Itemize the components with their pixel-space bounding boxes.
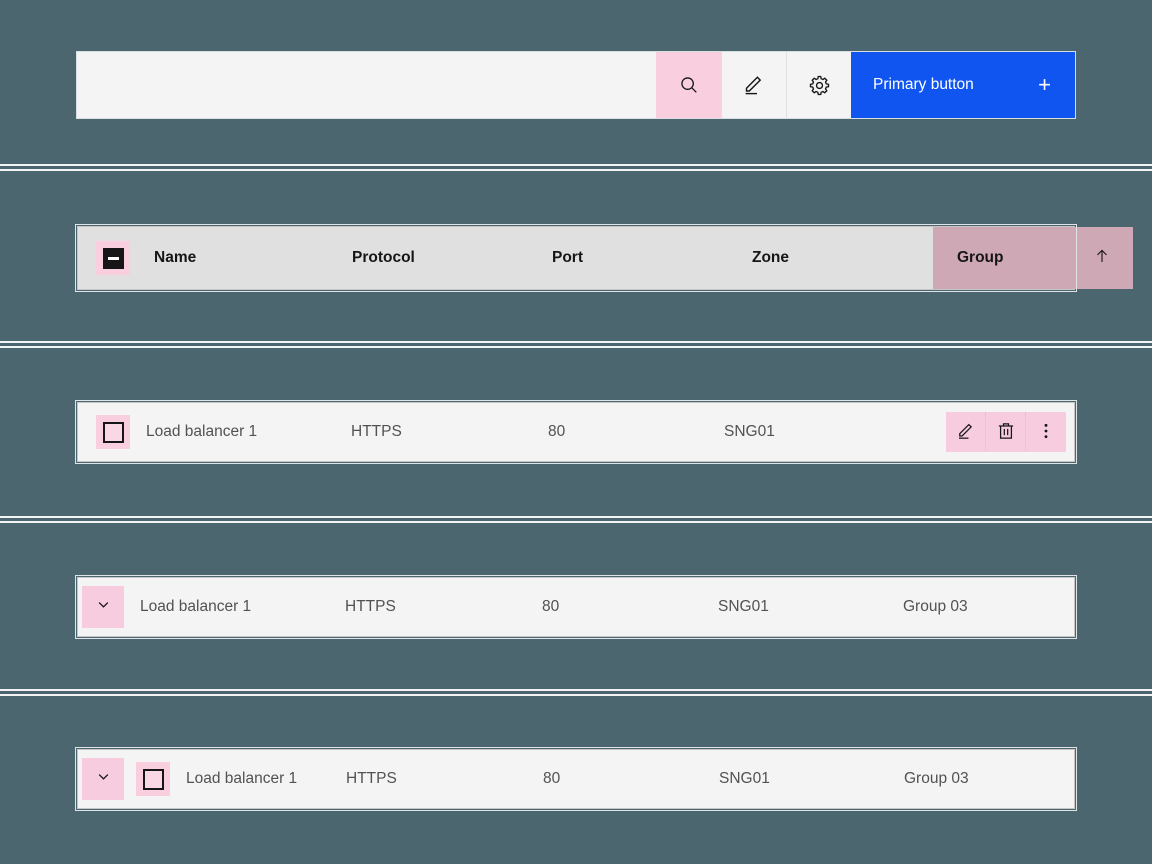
column-header-protocol-label: Protocol bbox=[352, 249, 415, 266]
edit-row-button[interactable] bbox=[946, 412, 986, 452]
cell-port: 80 bbox=[543, 750, 719, 808]
cell-protocol-text: HTTPS bbox=[346, 770, 397, 787]
plus-icon: + bbox=[1038, 72, 1051, 97]
table-row-content: Load balancer 1 HTTPS 80 SNG01 bbox=[78, 403, 946, 461]
column-header-port[interactable]: Port bbox=[552, 227, 752, 289]
edit-icon bbox=[956, 421, 976, 444]
primary-button[interactable]: Primary button + bbox=[851, 52, 1075, 118]
cell-protocol: HTTPS bbox=[351, 403, 548, 461]
table-row[interactable]: Load balancer 1 HTTPS 80 SNG01 bbox=[75, 400, 1077, 464]
overflow-menu-button[interactable] bbox=[1026, 412, 1066, 452]
cell-group: Group 03 bbox=[903, 578, 1074, 636]
cell-zone: SNG01 bbox=[718, 578, 903, 636]
row-checkbox[interactable] bbox=[96, 415, 130, 449]
cell-zone: SNG01 bbox=[724, 403, 909, 461]
cell-group bbox=[909, 403, 946, 461]
search-input[interactable] bbox=[77, 52, 656, 118]
section-divider-1 bbox=[0, 163, 1152, 172]
cell-group: Group 03 bbox=[904, 750, 1074, 808]
row-action-group bbox=[946, 403, 1066, 461]
cell-zone: SNG01 bbox=[719, 750, 904, 808]
table-row-content: Load balancer 1 HTTPS 80 SNG01 Group 03 bbox=[78, 750, 1074, 808]
cell-name: Load balancer 1 bbox=[186, 750, 346, 808]
column-header-group-label: Group bbox=[957, 249, 1004, 266]
delete-row-button[interactable] bbox=[986, 412, 1026, 452]
table-header-left: Name Protocol Port Zone bbox=[78, 227, 933, 289]
column-header-protocol[interactable]: Protocol bbox=[352, 227, 552, 289]
trash-icon bbox=[996, 421, 1016, 444]
cell-name-text: Load balancer 1 bbox=[140, 598, 252, 615]
overflow-menu-icon bbox=[1036, 421, 1056, 444]
cell-name: Load balancer 1 bbox=[146, 403, 351, 461]
section-divider-4 bbox=[0, 688, 1152, 697]
edit-icon bbox=[742, 73, 766, 97]
cell-name-text: Load balancer 1 bbox=[186, 770, 298, 787]
cell-zone-text: SNG01 bbox=[718, 598, 769, 615]
cell-port: 80 bbox=[548, 403, 724, 461]
checkbox-indeterminate-icon bbox=[102, 247, 124, 269]
cell-port-text: 80 bbox=[542, 598, 560, 615]
cell-port-text: 80 bbox=[543, 770, 561, 787]
primary-button-label: Primary button bbox=[873, 76, 974, 93]
cell-name: Load balancer 1 bbox=[140, 578, 345, 636]
column-header-group[interactable]: Group bbox=[933, 227, 1133, 289]
checkbox-unchecked-icon bbox=[102, 421, 124, 443]
table-header-row: Name Protocol Port Zone Group bbox=[75, 224, 1133, 292]
search-button[interactable] bbox=[656, 52, 721, 118]
edit-button[interactable] bbox=[721, 52, 786, 118]
row-leading-pad bbox=[78, 403, 96, 461]
cell-group-text: Group 03 bbox=[904, 770, 969, 787]
chevron-down-icon bbox=[94, 767, 113, 791]
row-checkbox[interactable] bbox=[136, 762, 170, 796]
search-icon bbox=[678, 74, 700, 96]
expand-row-button[interactable] bbox=[82, 586, 124, 628]
column-header-zone[interactable]: Zone bbox=[752, 227, 933, 289]
section-divider-2 bbox=[0, 340, 1152, 349]
table-row[interactable]: Load balancer 1 HTTPS 80 SNG01 Group 03 bbox=[75, 575, 1077, 639]
table-row-content: Load balancer 1 HTTPS 80 SNG01 Group 03 bbox=[78, 578, 1074, 636]
cell-port-text: 80 bbox=[548, 423, 566, 440]
cell-protocol-text: HTTPS bbox=[345, 598, 396, 615]
cell-zone-text: SNG01 bbox=[724, 423, 775, 440]
column-header-port-label: Port bbox=[552, 249, 583, 266]
gear-icon bbox=[808, 74, 831, 97]
column-header-zone-label: Zone bbox=[752, 249, 790, 266]
select-all-checkbox[interactable] bbox=[96, 241, 130, 275]
table-toolbar: Primary button + bbox=[77, 52, 1075, 118]
checkbox-unchecked-icon bbox=[142, 768, 164, 790]
page-canvas: Primary button + Name Protocol Port Zone bbox=[0, 0, 1152, 864]
cell-protocol: HTTPS bbox=[346, 750, 543, 808]
cell-protocol: HTTPS bbox=[345, 578, 542, 636]
section-divider-3 bbox=[0, 515, 1152, 524]
column-header-name-label: Name bbox=[154, 249, 197, 266]
cell-zone-text: SNG01 bbox=[719, 770, 770, 787]
arrow-up-icon bbox=[1093, 247, 1111, 270]
cell-protocol-text: HTTPS bbox=[351, 423, 402, 440]
settings-button[interactable] bbox=[786, 52, 851, 118]
cell-port: 80 bbox=[542, 578, 718, 636]
column-header-name[interactable]: Name bbox=[130, 227, 352, 289]
cell-group-text: Group 03 bbox=[903, 598, 968, 615]
chevron-down-icon bbox=[94, 595, 113, 619]
table-row[interactable]: Load balancer 1 HTTPS 80 SNG01 Group 03 bbox=[75, 747, 1077, 811]
cell-name-text: Load balancer 1 bbox=[146, 423, 258, 440]
expand-row-button[interactable] bbox=[82, 758, 124, 800]
